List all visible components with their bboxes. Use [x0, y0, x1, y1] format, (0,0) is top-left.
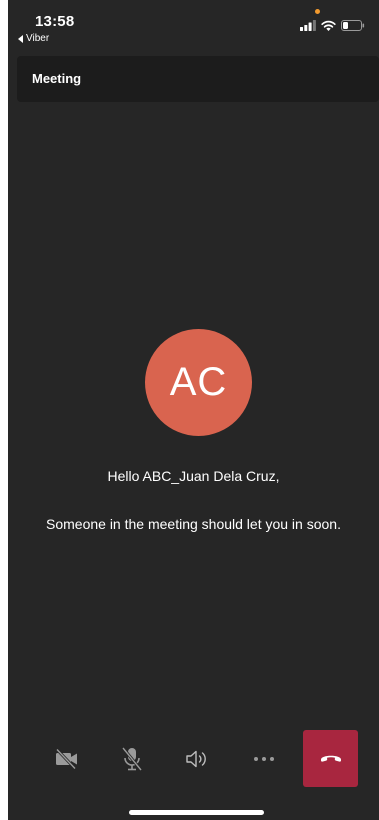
- more-options-button[interactable]: [236, 730, 292, 787]
- waiting-text: Someone in the meeting should let you in…: [46, 516, 341, 532]
- avatar: AC: [145, 329, 252, 436]
- camera-toggle-button[interactable]: [39, 730, 95, 787]
- status-time: 13:58: [35, 13, 75, 30]
- greeting-text: Hello ABC_Juan Dela Cruz,: [107, 468, 280, 484]
- meeting-lobby-screen: 13:58 Viber Meeting AC Hello ABC_Juan De…: [8, 0, 379, 820]
- signal-icon: [300, 18, 316, 36]
- wifi-icon: [321, 18, 336, 36]
- speaker-button[interactable]: [169, 730, 225, 787]
- avatar-initials: AC: [169, 360, 228, 404]
- page-title: Meeting: [32, 71, 82, 86]
- home-indicator[interactable]: [129, 810, 264, 815]
- camera-off-icon: [54, 747, 80, 770]
- back-arrow-icon: [18, 34, 23, 43]
- mic-off-icon: [120, 746, 144, 772]
- back-to-app-button[interactable]: Viber: [18, 33, 49, 44]
- back-app-label: Viber: [26, 33, 50, 44]
- call-controls: [8, 730, 379, 787]
- mic-toggle-button[interactable]: [104, 730, 160, 787]
- hang-up-icon: [319, 750, 343, 768]
- status-bar: 13:58 Viber: [8, 0, 379, 48]
- status-icons: [300, 18, 365, 36]
- speaker-icon: [184, 748, 210, 770]
- mic-in-use-indicator: [315, 9, 320, 14]
- meeting-header: Meeting: [17, 56, 379, 102]
- end-call-button[interactable]: [303, 730, 358, 787]
- battery-icon: [341, 18, 365, 36]
- more-icon: [253, 756, 275, 762]
